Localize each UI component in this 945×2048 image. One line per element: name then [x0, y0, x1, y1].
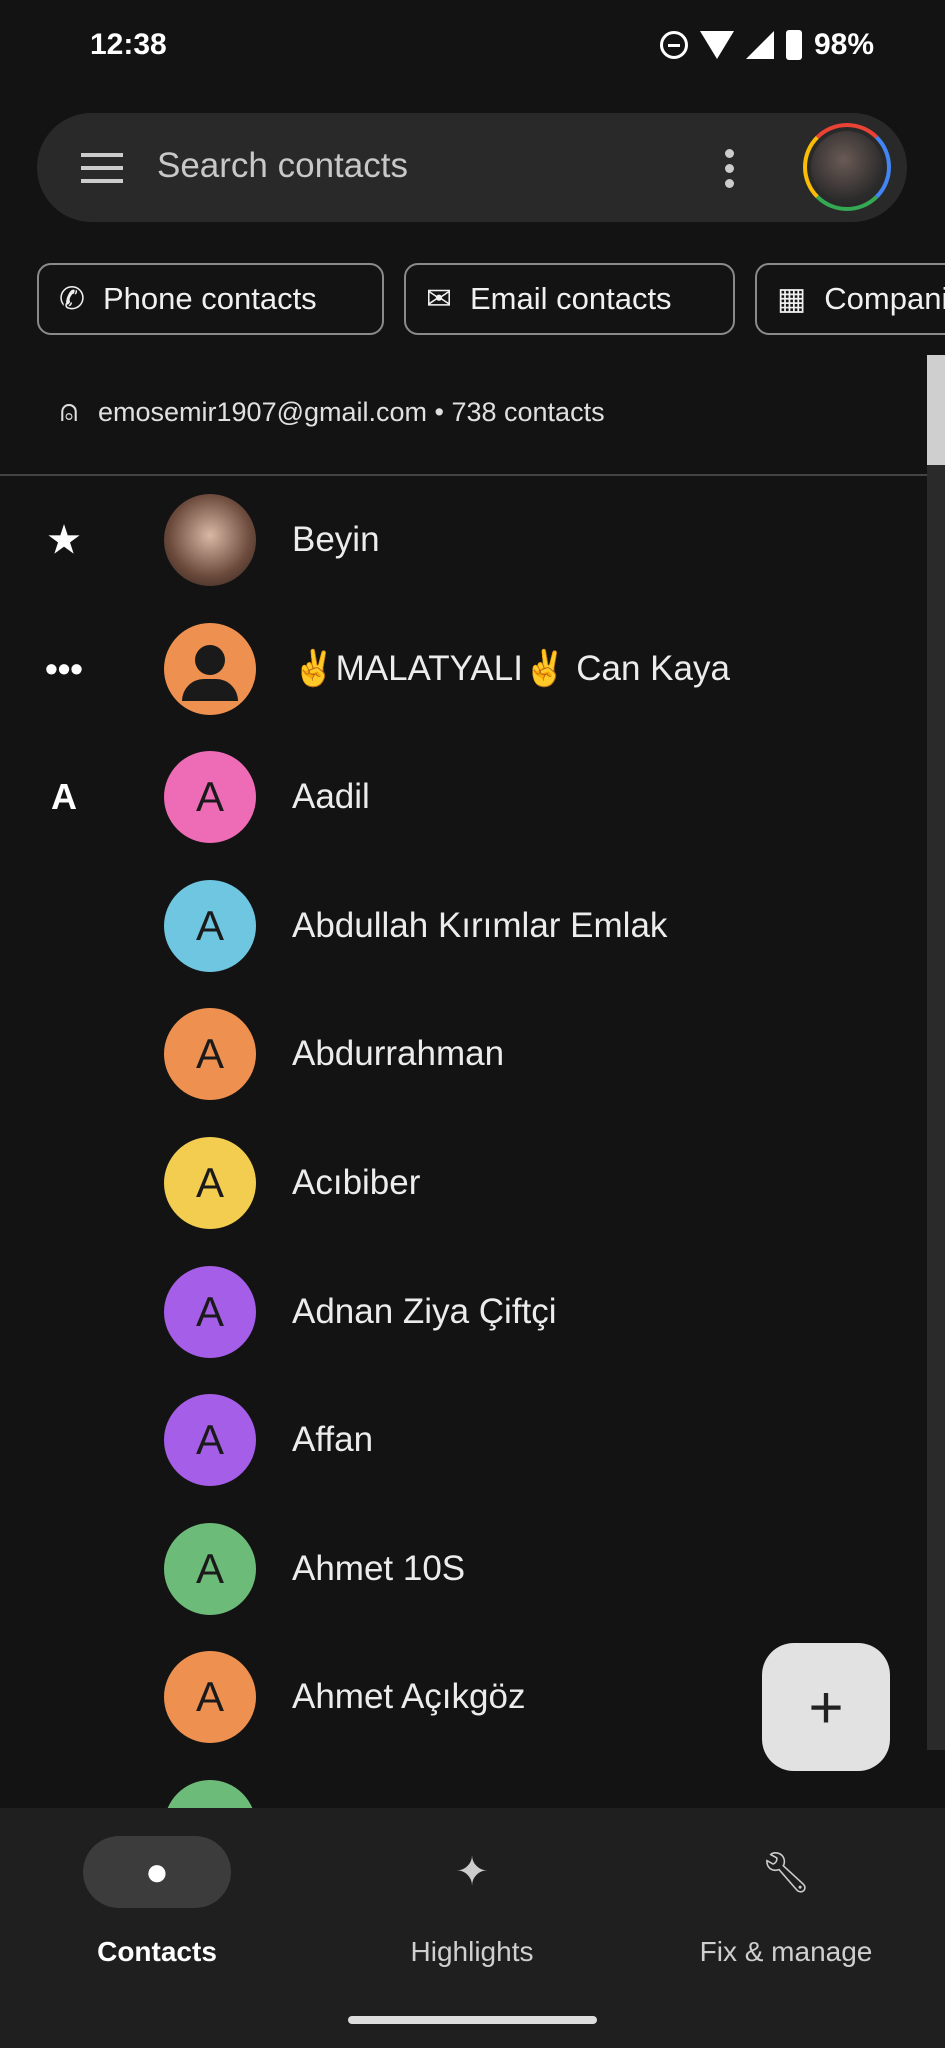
highlights-icon: ✦: [455, 1850, 489, 1894]
contact-initial-avatar: A: [164, 1008, 256, 1101]
battery-level: 98%: [814, 28, 875, 61]
contact-row[interactable]: ••• ✌MALATYALI✌ Can Kaya: [0, 605, 930, 733]
person-icon: ●: [83, 1836, 231, 1908]
building-icon: ▦: [777, 281, 807, 316]
add-contact-button[interactable]: +: [762, 1643, 890, 1771]
contact-name: Ahmet 10S: [292, 1548, 466, 1588]
account-avatar[interactable]: [803, 123, 891, 211]
contact-row[interactable]: A Abdurrahman: [0, 990, 930, 1118]
contact-row[interactable]: A Adnan Ziya Çiftçi: [0, 1248, 930, 1376]
contact-initial-avatar: A: [164, 1522, 256, 1615]
search-input[interactable]: Search contacts: [157, 146, 408, 186]
chip-phone-contacts[interactable]: ✆ Phone contacts: [37, 263, 384, 335]
contact-photo: [164, 494, 256, 586]
contact-name: Abdurrahman: [292, 1034, 505, 1074]
contact-row[interactable]: A A Aadil: [0, 733, 930, 861]
mail-icon: ✉: [426, 281, 452, 316]
status-icons: 98%: [660, 28, 874, 62]
contact-name: Affan: [292, 1420, 374, 1460]
status-time: 12:38: [90, 28, 167, 61]
contact-row[interactable]: A Abdullah Kırımlar Emlak: [0, 862, 930, 990]
chip-companies[interactable]: ▦Companies: [755, 263, 945, 335]
dnd-icon: [660, 31, 688, 59]
contact-initial-avatar: A: [164, 751, 256, 844]
search-bar[interactable]: Search contacts: [37, 113, 907, 222]
contact-name: ✌MALATYALI✌ Can Kaya: [292, 649, 730, 689]
contact-name: Acıbiber: [292, 1163, 421, 1202]
battery-icon: [786, 30, 802, 60]
contact-row[interactable]: A Acıbiber: [0, 1119, 930, 1247]
contact-name: Ahmet Açıkgöz: [292, 1677, 526, 1717]
account-info: ⍝ emosemir1907@gmail.com • 738 contacts: [60, 395, 605, 428]
nav-highlights[interactable]: ✦ Highlights: [342, 1836, 602, 1968]
person-icon: [164, 622, 256, 715]
section-label: ★: [47, 519, 81, 560]
contact-row[interactable]: ★ Beyin: [0, 476, 930, 604]
chip-email-contacts[interactable]: ✉ Email contacts: [404, 263, 735, 335]
contact-initial-avatar: A: [164, 879, 256, 972]
section-label: •••: [45, 647, 83, 689]
phone-icon: ✆: [59, 281, 85, 316]
signal-icon: [746, 31, 774, 59]
contact-name: Beyin: [292, 520, 380, 559]
contact-name: Aadil: [292, 777, 370, 817]
home-indicator[interactable]: [348, 2016, 597, 2024]
more-options-icon[interactable]: [725, 149, 735, 188]
wrench-icon: 🔧︎: [760, 1850, 812, 1895]
contact-initial-avatar: A: [164, 1137, 256, 1229]
person-outline-icon: ⍝: [60, 395, 78, 428]
nav-contacts[interactable]: ● Contacts: [27, 1836, 287, 1968]
contact-initial-avatar: A: [164, 1265, 256, 1358]
contact-row[interactable]: A Ahmet 10S: [0, 1505, 930, 1633]
bottom-nav: ● Contacts ✦ Highlights 🔧︎ Fix & manage: [0, 1808, 945, 2048]
contact-name: Abdullah Kırımlar Emlak: [292, 905, 668, 945]
section-label: A: [51, 776, 77, 818]
contact-initial-avatar: A: [164, 1394, 256, 1487]
nav-fix-manage[interactable]: 🔧︎ Fix & manage: [656, 1836, 916, 1968]
menu-icon[interactable]: [81, 153, 123, 183]
contact-initial-avatar: A: [164, 1651, 256, 1744]
contact-name: Adnan Ziya Çiftçi: [292, 1291, 557, 1331]
wifi-icon: [700, 31, 734, 59]
contact-row[interactable]: A Affan: [0, 1376, 930, 1504]
